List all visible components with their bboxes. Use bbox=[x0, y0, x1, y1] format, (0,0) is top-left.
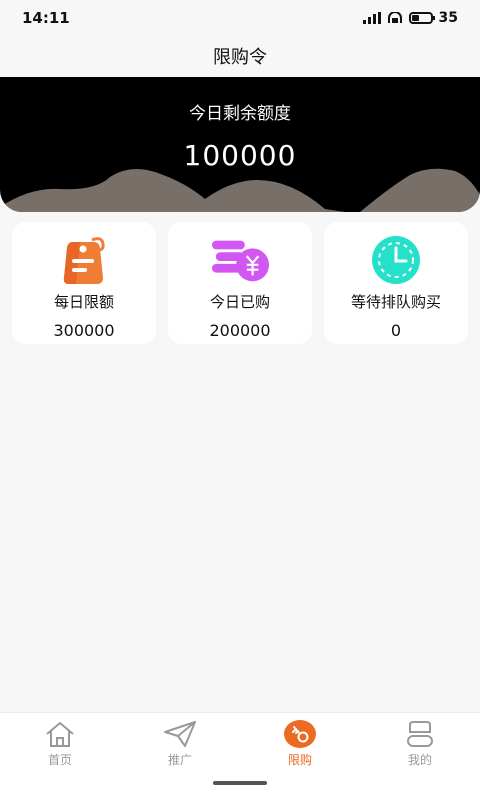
tab-home[interactable]: 首页 bbox=[20, 719, 100, 771]
purchased-today-title: 今日已购 bbox=[209, 293, 270, 311]
clock-icon bbox=[366, 234, 426, 286]
remaining-quota-label: 今日剩余额度 bbox=[189, 104, 291, 124]
status-bar: 14:11 35 bbox=[0, 0, 480, 36]
stats-cards: 每日限额 300000 今日已购 200000 等待排队购买 0 bbox=[12, 222, 468, 344]
page-title: 限购令 bbox=[213, 47, 267, 68]
price-tag-icon bbox=[54, 234, 114, 286]
queue-value: 0 bbox=[390, 321, 402, 340]
nav-bar: 限购令 bbox=[0, 36, 480, 76]
hd-icon bbox=[387, 12, 402, 23]
coins-yuan-icon bbox=[210, 234, 270, 286]
battery-icon bbox=[408, 12, 435, 24]
queue-card: 等待排队购买 0 bbox=[324, 222, 468, 344]
purchased-today-card: 今日已购 200000 bbox=[168, 222, 312, 344]
tab-mine[interactable]: 我的 bbox=[380, 719, 460, 771]
paper-plane-icon bbox=[163, 719, 197, 749]
remaining-quota-banner: 今日剩余额度 100000 bbox=[0, 77, 480, 212]
tab-limit-purchase[interactable]: 限购 bbox=[260, 719, 340, 771]
home-icon bbox=[43, 719, 77, 749]
queue-title: 等待排队购买 bbox=[350, 293, 441, 311]
key-icon bbox=[283, 719, 317, 749]
tab-promote[interactable]: 推广 bbox=[140, 719, 220, 771]
status-indicators: 35 bbox=[362, 10, 458, 26]
tab-home-label: 首页 bbox=[47, 753, 72, 767]
battery-level: 35 bbox=[438, 10, 458, 26]
bottom-tab-bar: 首页 推广 限购 我的 bbox=[0, 712, 480, 800]
daily-limit-card: 每日限额 300000 bbox=[12, 222, 156, 344]
user-icon bbox=[403, 719, 437, 749]
mountains-decoration bbox=[0, 168, 480, 212]
signal-icon bbox=[362, 12, 381, 24]
tab-promote-label: 推广 bbox=[167, 753, 192, 767]
status-time: 14:11 bbox=[22, 9, 70, 27]
purchased-today-value: 200000 bbox=[209, 321, 271, 340]
home-indicator[interactable] bbox=[213, 781, 267, 785]
tab-mine-label: 我的 bbox=[407, 753, 432, 767]
tab-limit-purchase-label: 限购 bbox=[287, 753, 312, 767]
daily-limit-value: 300000 bbox=[53, 321, 115, 340]
daily-limit-title: 每日限额 bbox=[53, 293, 114, 311]
